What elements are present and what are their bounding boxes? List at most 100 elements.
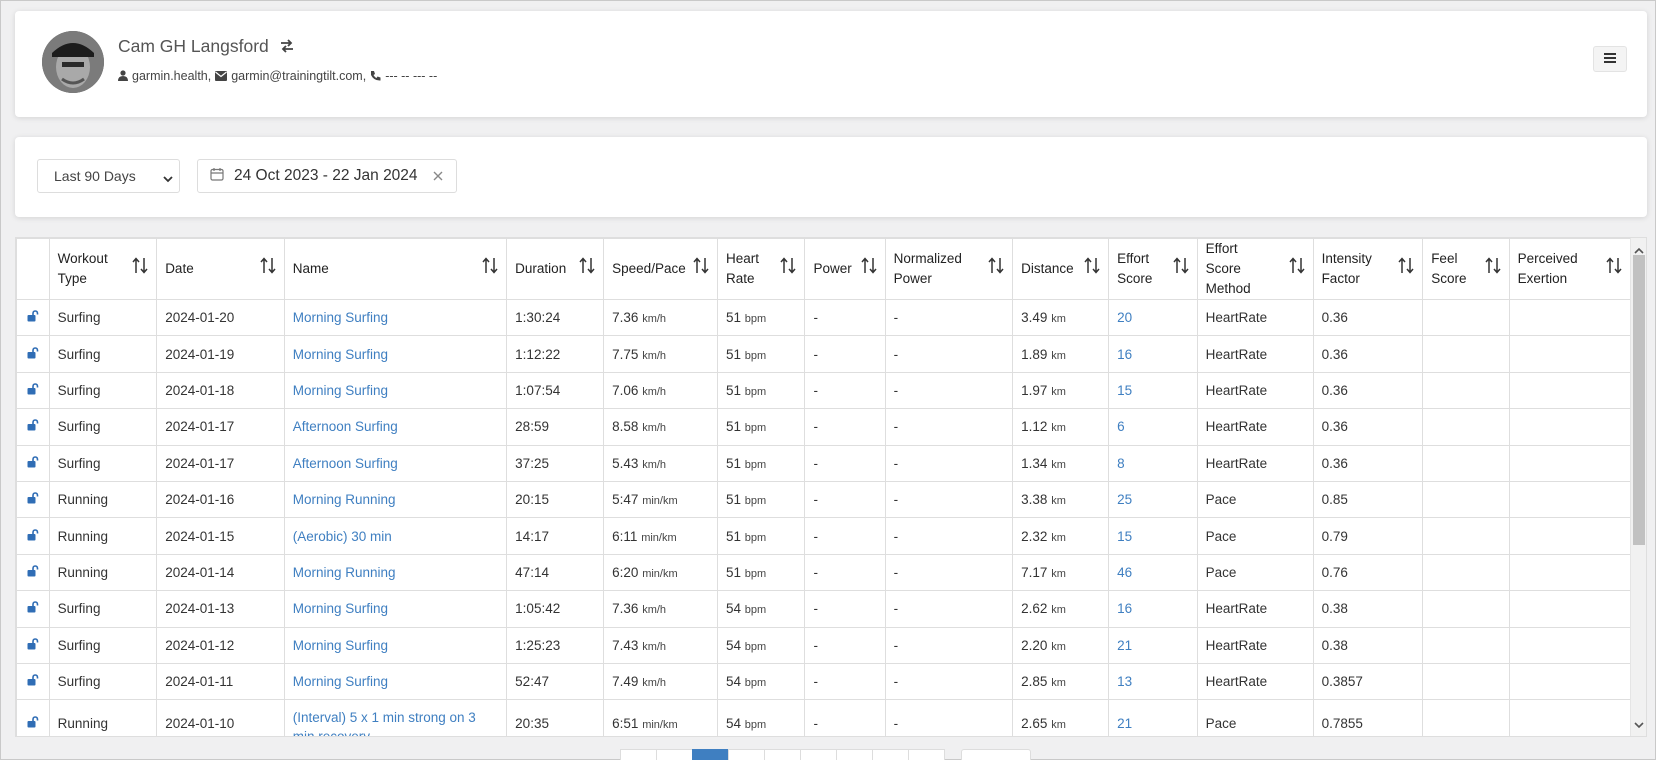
avatar[interactable] [42, 31, 104, 93]
unlock-icon[interactable] [27, 715, 39, 731]
effort-score-link[interactable]: 20 [1117, 310, 1132, 325]
workout-name-link[interactable]: Afternoon Surfing [293, 419, 398, 434]
workout-name-link[interactable]: Morning Surfing [293, 674, 388, 689]
table-row[interactable]: Running 2024-01-15 (Aerobic) 30 min 14:17 6:… [16, 517, 1632, 555]
column-header[interactable]: Duration [506, 238, 605, 300]
sort-icon[interactable] [1606, 257, 1622, 280]
page-button[interactable] [872, 749, 909, 760]
unlock-icon[interactable] [27, 492, 39, 507]
table-row[interactable]: Running 2024-01-10 (Interval) 5 x 1 min st… [16, 699, 1632, 736]
unlock-icon[interactable] [27, 528, 39, 544]
sort-icon[interactable] [861, 257, 877, 280]
name-cell[interactable]: Afternoon Surfing [283, 408, 508, 446]
effort-score-cell[interactable]: 15 [1108, 371, 1198, 410]
column-header[interactable]: Speed/Pace [603, 238, 718, 300]
lock-cell[interactable] [16, 408, 50, 446]
table-row[interactable]: Surfing 2024-01-13 Morning Surfing 1:05:42 7… [16, 590, 1632, 628]
effort-score-link[interactable]: 21 [1117, 716, 1132, 731]
sort-icon[interactable] [1485, 257, 1501, 280]
effort-score-cell[interactable]: 16 [1108, 335, 1198, 373]
lock-cell[interactable] [16, 662, 50, 701]
workout-name-link[interactable]: Morning Surfing [293, 310, 388, 325]
sort-icon[interactable] [482, 257, 498, 280]
effort-score-link[interactable]: 6 [1117, 419, 1125, 434]
name-cell[interactable]: Morning Running [283, 480, 508, 519]
sort-icon[interactable] [132, 257, 148, 280]
page-size-select[interactable] [961, 749, 1031, 760]
lock-cell[interactable] [16, 335, 50, 373]
column-header[interactable]: Workout Type [48, 238, 158, 300]
profile-email[interactable]: garmin@trainingtilt.com, [231, 69, 366, 83]
effort-score-cell[interactable]: 46 [1108, 553, 1198, 592]
table-row[interactable]: Running 2024-01-14 Morning Running 47:14 6:2… [16, 553, 1632, 592]
unlock-icon[interactable] [27, 310, 39, 325]
effort-score-link[interactable]: 25 [1117, 492, 1132, 507]
column-header[interactable]: Perceived Exertion [1508, 238, 1632, 300]
sort-icon[interactable] [988, 257, 1004, 280]
column-header[interactable]: Feel Score [1422, 238, 1510, 300]
unlock-icon[interactable] [27, 637, 39, 653]
table-row[interactable]: Running 2024-01-16 Morning Running 20:15 5:4… [16, 480, 1632, 519]
effort-score-cell[interactable]: 21 [1108, 626, 1198, 664]
lock-cell[interactable] [16, 444, 50, 482]
workout-name-link[interactable]: Morning Running [293, 565, 396, 580]
page-button[interactable] [764, 749, 801, 760]
lock-cell[interactable] [16, 480, 50, 519]
table-row[interactable]: Surfing 2024-01-20 Morning Surfing 1:30:24 7… [16, 298, 1632, 337]
workout-name-link[interactable]: (Interval) 5 x 1 min strong on 3 min rec… [293, 710, 476, 736]
effort-score-link[interactable]: 16 [1117, 601, 1132, 616]
effort-score-cell[interactable]: 8 [1108, 444, 1198, 482]
unlock-icon[interactable] [27, 346, 39, 362]
clear-icon[interactable] [432, 169, 444, 187]
sort-icon[interactable] [1084, 257, 1100, 280]
column-header[interactable]: Effort Score [1108, 238, 1198, 300]
workout-name-link[interactable]: Morning Running [293, 492, 396, 507]
column-header[interactable]: Date [156, 238, 285, 300]
lock-cell[interactable] [16, 298, 50, 337]
page-button[interactable] [836, 749, 873, 760]
sort-icon[interactable] [579, 257, 595, 280]
page-button[interactable] [800, 749, 837, 760]
menu-button[interactable] [1593, 46, 1627, 72]
table-row[interactable]: Surfing 2024-01-17 Afternoon Surfing 28:59 8… [16, 408, 1632, 446]
lock-cell[interactable] [16, 553, 50, 592]
workout-name-link[interactable]: (Aerobic) 30 min [293, 529, 392, 544]
lock-cell[interactable] [16, 371, 50, 410]
date-range-picker[interactable]: 24 Oct 2023 - 22 Jan 2024 [197, 159, 457, 193]
effort-score-link[interactable]: 15 [1117, 383, 1132, 398]
page-button[interactable] [908, 749, 945, 760]
unlock-icon[interactable] [27, 383, 39, 398]
scrollbar-thumb[interactable] [1633, 255, 1645, 545]
page-button[interactable] [728, 749, 765, 760]
effort-score-cell[interactable]: 13 [1108, 662, 1198, 701]
effort-score-cell[interactable]: 25 [1108, 480, 1198, 519]
scroll-down-icon[interactable] [1634, 716, 1644, 734]
lock-cell[interactable] [16, 626, 50, 664]
sort-icon[interactable] [1398, 257, 1414, 280]
column-header[interactable]: Normalized Power [884, 238, 1014, 300]
workout-name-link[interactable]: Afternoon Surfing [293, 456, 398, 471]
column-header[interactable]: Effort Score Method [1196, 238, 1314, 300]
table-row[interactable]: Surfing 2024-01-12 Morning Surfing 1:25:23 7… [16, 626, 1632, 664]
column-header[interactable]: Power [804, 238, 886, 300]
name-cell[interactable]: Morning Surfing [283, 590, 508, 628]
name-cell[interactable]: Morning Surfing [283, 371, 508, 410]
column-header[interactable]: Distance [1012, 238, 1110, 300]
name-cell[interactable]: Morning Surfing [283, 662, 508, 701]
column-header[interactable]: Heart Rate [716, 238, 806, 300]
lock-cell[interactable] [16, 590, 50, 628]
page-button[interactable] [656, 749, 693, 760]
effort-score-link[interactable]: 16 [1117, 347, 1132, 362]
range-select[interactable]: Last 90 Days [37, 159, 180, 193]
effort-score-cell[interactable]: 16 [1108, 590, 1198, 628]
name-cell[interactable]: Morning Surfing [283, 626, 508, 664]
effort-score-cell[interactable]: 6 [1108, 408, 1198, 446]
sort-icon[interactable] [260, 257, 276, 280]
workout-name-link[interactable]: Morning Surfing [293, 347, 388, 362]
column-header[interactable]: Intensity Factor [1312, 238, 1424, 300]
name-cell[interactable]: (Aerobic) 30 min [283, 517, 508, 555]
sort-icon[interactable] [1288, 257, 1305, 280]
effort-score-link[interactable]: 8 [1117, 456, 1125, 471]
unlock-icon[interactable] [27, 601, 39, 616]
effort-score-cell[interactable]: 20 [1108, 298, 1198, 337]
